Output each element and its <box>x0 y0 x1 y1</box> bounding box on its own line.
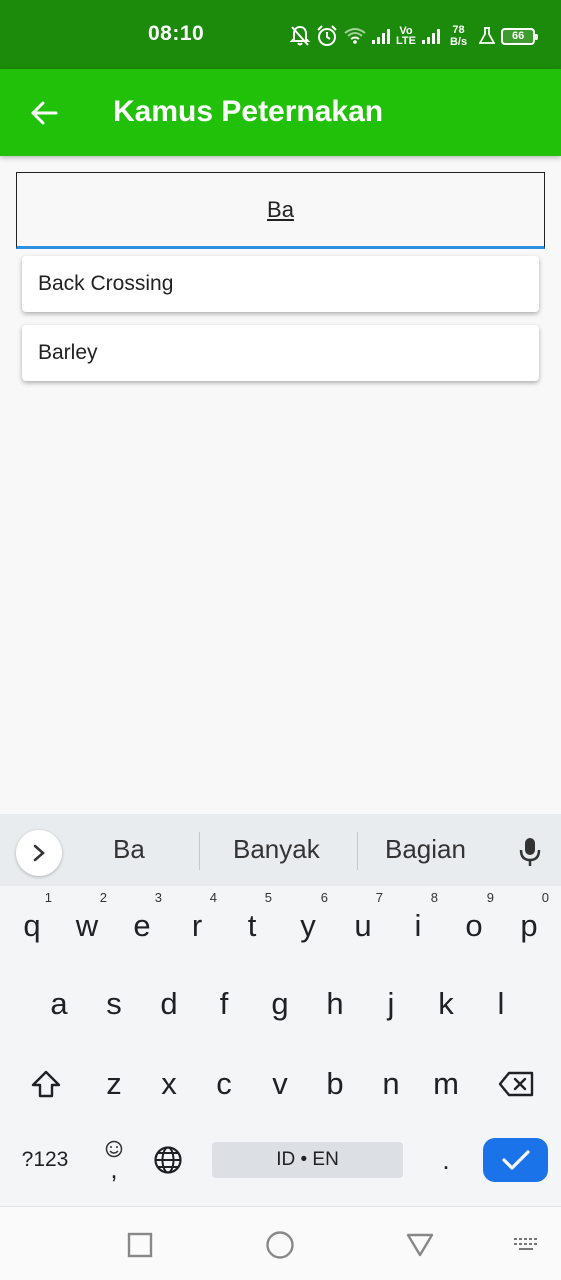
key-hint: 8 <box>430 890 438 905</box>
key-y[interactable]: y6 <box>284 890 332 956</box>
key-hint: 2 <box>99 890 107 905</box>
word-suggestion[interactable]: Ba <box>113 834 145 865</box>
flask-icon <box>479 27 496 45</box>
shift-icon[interactable] <box>22 1054 70 1114</box>
arrow-left-icon[interactable] <box>22 91 66 135</box>
key-q[interactable]: q1 <box>8 890 56 956</box>
check-icon <box>501 1150 530 1170</box>
key-label: r <box>191 908 203 943</box>
key-j[interactable]: j <box>367 974 415 1034</box>
suggestion-item[interactable]: Barley <box>22 325 539 381</box>
backspace-icon[interactable] <box>492 1054 540 1114</box>
key-hint: 3 <box>154 890 162 905</box>
key-m[interactable]: m <box>422 1054 470 1114</box>
signal-icon <box>421 28 440 44</box>
chevron-right-icon[interactable] <box>16 830 62 876</box>
emoji-comma-key[interactable]: , <box>96 1132 132 1188</box>
key-f[interactable]: f <box>200 974 248 1034</box>
key-hint: 0 <box>541 890 549 905</box>
key-i[interactable]: i8 <box>394 890 442 956</box>
suggestion-item[interactable]: Back Crossing <box>22 256 539 312</box>
notifications-off-icon <box>290 25 310 47</box>
microphone-icon[interactable] <box>516 834 544 870</box>
signal-icon <box>372 28 390 44</box>
period-key[interactable]: . <box>430 1136 462 1184</box>
key-hint: 7 <box>375 890 383 905</box>
volte-indicator: Vo LTE <box>396 26 416 47</box>
key-c[interactable]: c <box>200 1054 248 1114</box>
search-input[interactable] <box>17 173 544 246</box>
wifi-icon <box>344 27 366 45</box>
page-title: Kamus Peternakan <box>113 95 384 128</box>
key-o[interactable]: o9 <box>450 890 498 956</box>
enter-key[interactable] <box>483 1138 548 1182</box>
key-hint: 6 <box>320 890 328 905</box>
network-speed-unit: B/s <box>449 36 468 48</box>
space-key[interactable]: ID • EN <box>212 1142 403 1178</box>
key-hint: 5 <box>264 890 272 905</box>
search-field-container <box>16 172 545 249</box>
status-time: 08:10 <box>148 22 205 45</box>
home-icon[interactable] <box>260 1225 300 1265</box>
key-k[interactable]: k <box>422 974 470 1034</box>
word-suggestion[interactable]: Bagian <box>385 834 466 865</box>
key-x[interactable]: x <box>145 1054 193 1114</box>
key-label: w <box>75 908 99 943</box>
key-label: y <box>300 908 316 943</box>
network-speed: 78 B/s <box>450 24 467 48</box>
recent-apps-icon[interactable] <box>120 1225 160 1265</box>
back-icon[interactable] <box>400 1225 440 1265</box>
keyboard-switch-icon[interactable] <box>506 1225 546 1265</box>
app-bar: Kamus Peternakan <box>0 69 561 156</box>
key-l[interactable]: l <box>477 974 525 1034</box>
key-a[interactable]: a <box>35 974 83 1034</box>
key-b[interactable]: b <box>311 1054 359 1114</box>
key-label: i <box>414 908 422 943</box>
key-label: t <box>247 908 257 943</box>
key-g[interactable]: g <box>256 974 304 1034</box>
status-icons: Vo LTE 78 B/s 66 <box>290 18 539 54</box>
key-u[interactable]: u7 <box>339 890 387 956</box>
alarm-icon <box>316 25 338 47</box>
key-h[interactable]: h <box>311 974 359 1034</box>
key-e[interactable]: e3 <box>118 890 166 956</box>
key-hint: 9 <box>486 890 494 905</box>
word-suggestion[interactable]: Banyak <box>233 834 320 865</box>
key-w[interactable]: w2 <box>63 890 111 956</box>
key-n[interactable]: n <box>367 1054 415 1114</box>
soft-keyboard: Ba Banyak Bagian q1 w2 e3 r4 t5 y6 u7 i8… <box>0 814 561 1206</box>
divider <box>357 832 358 870</box>
status-bar: 08:10 Vo LTE 78 B/s 66 <box>0 0 561 69</box>
comma-label: , <box>110 1154 118 1184</box>
key-hint: 1 <box>44 890 52 905</box>
key-label: o <box>465 908 483 943</box>
key-r[interactable]: r4 <box>173 890 221 956</box>
system-nav-bar <box>0 1206 561 1280</box>
volte-bottom-label: LTE <box>396 35 416 47</box>
key-label: p <box>520 908 538 943</box>
key-p[interactable]: p0 <box>505 890 553 956</box>
globe-icon[interactable] <box>148 1138 188 1182</box>
network-speed-value: 78 <box>452 24 465 36</box>
divider <box>199 832 200 870</box>
key-label: e <box>133 908 151 943</box>
battery-indicator: 66 <box>501 27 539 45</box>
key-hint: 4 <box>209 890 217 905</box>
keyboard-suggestion-bar: Ba Banyak Bagian <box>0 814 561 886</box>
key-z[interactable]: z <box>90 1054 138 1114</box>
key-t[interactable]: t5 <box>228 890 276 956</box>
key-s[interactable]: s <box>90 974 138 1034</box>
symbols-key[interactable]: ?123 <box>10 1136 80 1184</box>
key-v[interactable]: v <box>256 1054 304 1114</box>
key-d[interactable]: d <box>145 974 193 1034</box>
key-label: u <box>354 908 372 943</box>
key-label: q <box>23 908 41 943</box>
